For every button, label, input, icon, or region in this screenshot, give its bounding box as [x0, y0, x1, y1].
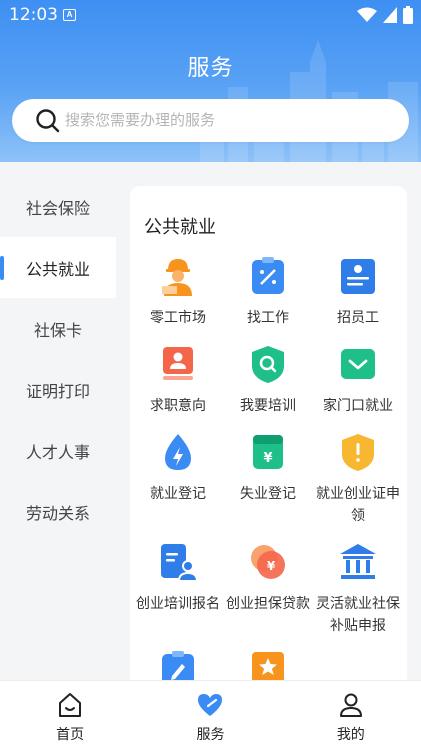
service-tile[interactable]: 家门口就业: [312, 344, 404, 416]
tab-label: 服务: [196, 726, 225, 742]
service-label: 创业培训报名: [136, 595, 220, 611]
service-tile[interactable]: 零工市场: [132, 256, 224, 328]
search-input[interactable]: [65, 112, 365, 129]
worker-icon: [162, 259, 192, 296]
service-tile[interactable]: 就业登记: [132, 432, 224, 504]
tab-label: 我的: [336, 726, 365, 742]
search-icon: [36, 108, 60, 132]
service-tile[interactable]: ¥ 创业担保贷款: [222, 542, 314, 614]
panel-title: 公共就业: [144, 217, 216, 237]
sidebar-item-public-employment[interactable]: 公共就业: [0, 237, 116, 298]
tab-profile[interactable]: 我的: [281, 681, 421, 750]
sidebar-item-label: 社保卡: [33, 322, 82, 340]
page-title: 服务: [187, 55, 234, 80]
sidebar-item-labor-relations[interactable]: 劳动关系: [0, 481, 116, 542]
home-icon: [59, 693, 82, 717]
service-label: 零工市场: [150, 309, 206, 325]
svg-text:¥: ¥: [267, 559, 276, 573]
svg-text:¥: ¥: [263, 451, 272, 466]
service-heart-icon: [198, 694, 223, 716]
service-tile[interactable]: 就业创业证申领: [312, 432, 404, 526]
services-panel: 公共就业 零工市场 找工作 招员工 求职意向 我要培训 家门口就业 就业登记 ¥…: [130, 186, 407, 706]
service-label: 灵活就业社保补贴申报: [316, 595, 400, 633]
nearby-job-icon: [341, 349, 375, 379]
training-icon: [252, 346, 284, 383]
find-job-icon: [252, 257, 284, 294]
sidebar-item-label: 劳动关系: [25, 505, 90, 523]
service-tile[interactable]: ¥ 失业登记: [222, 432, 314, 504]
service-label: 家门口就业: [323, 397, 393, 413]
service-tile[interactable]: 我要培训: [222, 344, 314, 416]
service-tile[interactable]: 找工作: [222, 256, 314, 328]
cellular-icon: [383, 7, 397, 23]
employment-register-icon: [165, 434, 191, 470]
startup-training-icon: [161, 544, 199, 582]
bottom-tab-bar: 首页 服务 我的: [0, 680, 421, 750]
search-bar[interactable]: [12, 99, 409, 142]
status-bar: 12:03 A: [0, 0, 421, 30]
service-label: 求职意向: [150, 397, 206, 413]
sidebar-item-label: 公共就业: [25, 261, 90, 279]
category-sidebar: 社会保险 公共就业 社保卡 证明打印 人才人事 劳动关系: [0, 176, 116, 696]
service-tile[interactable]: 创业培训报名: [132, 542, 224, 614]
service-label: 我要培训: [240, 397, 296, 413]
service-label: 就业登记: [150, 485, 206, 501]
service-label: 失业登记: [240, 485, 296, 501]
loan-icon: ¥: [251, 545, 285, 579]
service-tile[interactable]: 灵活就业社保补贴申报: [312, 542, 404, 636]
battery-icon: [403, 6, 413, 24]
status-time: 12:03: [9, 5, 58, 25]
tab-service[interactable]: 服务: [140, 681, 280, 750]
unemployment-register-icon: ¥: [253, 435, 283, 469]
tab-home[interactable]: 首页: [0, 681, 140, 750]
sidebar-item-social-insurance[interactable]: 社会保险: [0, 176, 116, 237]
subsidy-icon: [340, 544, 376, 579]
wifi-icon: [357, 7, 377, 22]
job-intent-icon: [163, 347, 193, 380]
sidebar-item-label: 证明打印: [25, 383, 90, 401]
sidebar-item-talent-personnel[interactable]: 人才人事: [0, 420, 116, 481]
service-label: 创业担保贷款: [226, 595, 310, 611]
service-tile[interactable]: 求职意向: [132, 344, 224, 416]
sidebar-item-label: 社会保险: [25, 200, 90, 218]
profile-icon: [339, 693, 362, 717]
service-tile[interactable]: 招员工: [312, 256, 404, 328]
recruit-icon: [341, 259, 375, 294]
service-label: 招员工: [337, 309, 379, 325]
sidebar-item-social-security-card[interactable]: 社保卡: [0, 298, 116, 359]
tab-label: 首页: [56, 726, 85, 742]
notification-badge: A: [63, 9, 76, 21]
service-label: 就业创业证申领: [316, 485, 400, 523]
service-label: 找工作: [247, 309, 289, 325]
certificate-icon: [342, 434, 374, 471]
sidebar-item-certificate-print[interactable]: 证明打印: [0, 359, 116, 420]
sidebar-item-label: 人才人事: [25, 444, 90, 462]
